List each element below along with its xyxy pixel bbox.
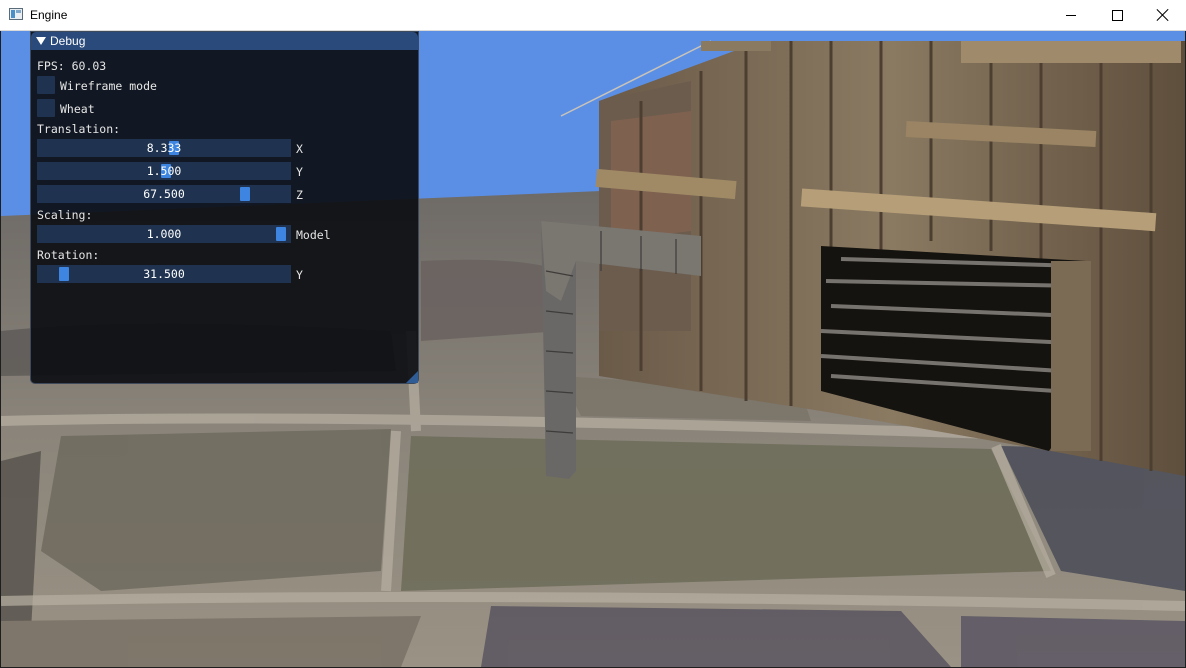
slider-value: 31.500 [143,267,185,281]
translation-x-axis-label: X [296,142,303,156]
slider-value: 8.333 [146,141,182,155]
minimize-button[interactable] [1048,0,1094,30]
collapse-triangle-icon[interactable] [36,37,46,45]
close-button[interactable] [1140,0,1186,30]
translation-y-slider[interactable]: 1.500 [37,162,291,180]
wheat-checkbox[interactable] [37,99,55,117]
rotation-label: Rotation: [37,248,100,262]
resize-grip[interactable] [406,371,418,383]
maximize-button[interactable] [1094,0,1140,30]
scaling-model-slider[interactable]: 1.000 [37,225,291,243]
rotation-axis-label: Y [296,268,303,282]
minimize-icon [1066,14,1076,16]
translation-z-slider[interactable]: 67.500 [37,185,291,203]
window-title: Engine [30,8,68,22]
debug-window-title: Debug [50,34,86,48]
wireframe-checkbox[interactable] [37,76,55,94]
window-titlebar[interactable]: Engine [0,0,1186,31]
translation-x-slider[interactable]: 8.333 [37,139,291,157]
slider-value: 1.500 [146,164,182,178]
rotation-y-slider[interactable]: 31.500 [37,265,291,283]
slider-value: 1.000 [146,227,182,241]
slider-value: 67.500 [143,187,185,201]
scaling-axis-label: Model [296,228,331,242]
debug-window[interactable]: Debug FPS: 60.03 Wireframe mode Wheat Tr… [30,31,419,384]
translation-label: Translation: [37,122,121,136]
translation-z-axis-label: Z [296,188,303,202]
close-icon [1157,9,1169,21]
debug-window-header[interactable]: Debug [31,32,418,50]
scaling-label: Scaling: [37,208,93,222]
wheat-label: Wheat [60,102,95,116]
app-icon [9,8,23,20]
maximize-icon [1111,9,1123,21]
translation-y-axis-label: Y [296,165,303,179]
fps-readout: FPS: 60.03 [37,59,107,73]
wireframe-label: Wireframe mode [60,79,157,93]
